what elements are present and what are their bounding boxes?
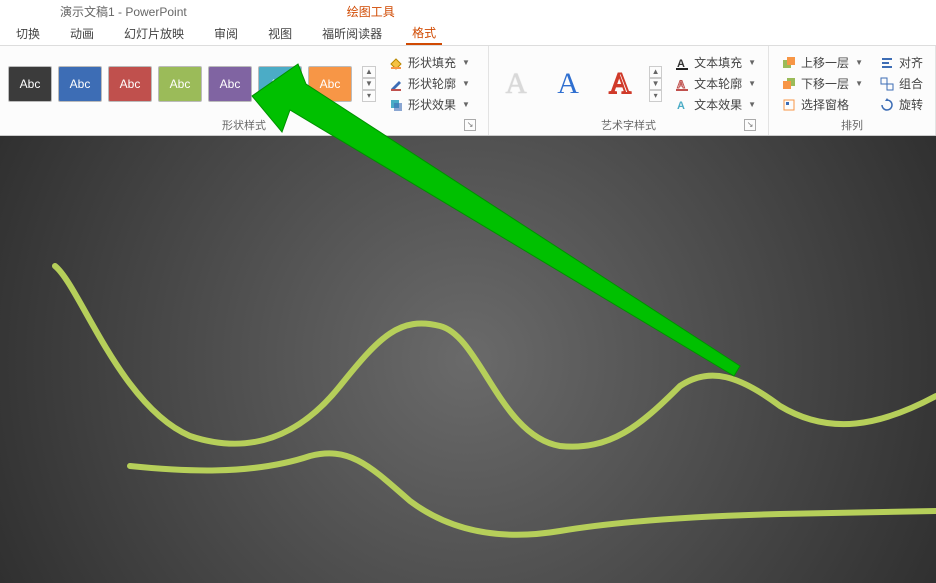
- text-outline-icon: A: [674, 76, 690, 92]
- group-objects-label: 组合: [899, 75, 923, 92]
- shape-style-scroll-up[interactable]: ▲: [362, 66, 376, 78]
- bucket-icon: [388, 55, 404, 71]
- group-arrange-label: 排列: [777, 115, 927, 133]
- ribbon: Abc Abc Abc Abc Abc Abc Abc ▲ ▼ ▾ 形状填充: [0, 46, 936, 136]
- shape-styles-launcher[interactable]: ↘: [464, 119, 476, 131]
- align-label: 对齐: [899, 54, 923, 71]
- tab-transition[interactable]: 切换: [10, 23, 46, 44]
- wordart-style-2[interactable]: A: [549, 65, 587, 103]
- shape-style-more[interactable]: ▾: [362, 90, 376, 102]
- shape-effects-label: 形状效果: [408, 96, 456, 113]
- group-icon: [879, 76, 895, 92]
- wordart-gallery: A A A: [497, 65, 639, 103]
- shape-style-swatch-4[interactable]: Abc: [158, 66, 202, 102]
- tab-review[interactable]: 审阅: [208, 23, 244, 44]
- selection-pane-icon: [781, 97, 797, 113]
- document-title: 演示文稿1 - PowerPoint: [60, 3, 187, 20]
- text-effects-button[interactable]: A 文本效果 ▼: [670, 95, 760, 114]
- chevron-down-icon: ▼: [462, 79, 470, 88]
- tab-animation[interactable]: 动画: [64, 23, 100, 44]
- bring-forward-label: 上移一层: [801, 54, 849, 71]
- shape-style-gallery: Abc Abc Abc Abc Abc Abc Abc: [8, 66, 352, 102]
- selection-pane-label: 选择窗格: [801, 96, 849, 113]
- shape-fill-outline-effects: 形状填充 ▼ 形状轮廓 ▼ 形状效果 ▼: [384, 53, 474, 114]
- tab-foxit[interactable]: 福昕阅读器: [316, 23, 388, 44]
- shape-fill-button[interactable]: 形状填充 ▼: [384, 53, 474, 72]
- wordart-scroll-down[interactable]: ▼: [649, 78, 662, 90]
- bring-forward-icon: [781, 55, 797, 71]
- shape-style-scroll: ▲ ▼ ▾: [362, 66, 376, 102]
- tab-view[interactable]: 视图: [262, 23, 298, 44]
- tab-slideshow[interactable]: 幻灯片放映: [118, 23, 190, 44]
- text-fill-icon: A: [674, 55, 690, 71]
- shape-style-swatch-2[interactable]: Abc: [58, 66, 102, 102]
- send-backward-icon: [781, 76, 797, 92]
- wordart-style-3[interactable]: A: [601, 65, 639, 103]
- text-fill-button[interactable]: A 文本填充 ▼: [670, 53, 760, 72]
- shape-outline-button[interactable]: 形状轮廓 ▼: [384, 74, 474, 93]
- wordart-style-1[interactable]: A: [497, 65, 535, 103]
- wordart-scroll: ▲ ▼ ▾: [649, 66, 662, 102]
- shape-fill-label: 形状填充: [408, 54, 456, 71]
- slide-canvas[interactable]: [0, 136, 936, 583]
- arrange-col-1: 上移一层 ▼ 下移一层 ▼ 选择窗格: [777, 53, 867, 114]
- align-icon: [879, 55, 895, 71]
- text-fill-label: 文本填充: [694, 54, 742, 71]
- shape-style-swatch-7[interactable]: Abc: [308, 66, 352, 102]
- tab-format[interactable]: 格式: [406, 22, 442, 45]
- group-shape-styles: Abc Abc Abc Abc Abc Abc Abc ▲ ▼ ▾ 形状填充: [0, 46, 489, 135]
- wordart-scroll-up[interactable]: ▲: [649, 66, 662, 78]
- text-outline-label: 文本轮廓: [694, 75, 742, 92]
- shape-style-swatch-3[interactable]: Abc: [108, 66, 152, 102]
- chevron-down-icon: ▼: [462, 100, 470, 109]
- title-bar: 演示文稿1 - PowerPoint 绘图工具: [0, 0, 936, 22]
- chevron-down-icon: ▼: [748, 100, 756, 109]
- text-fill-outline-effects: A 文本填充 ▼ A 文本轮廓 ▼ A 文本效果: [670, 53, 760, 114]
- shape-style-swatch-6[interactable]: Abc: [258, 66, 302, 102]
- group-objects-button[interactable]: 组合: [875, 74, 927, 93]
- effects-icon: [388, 97, 404, 113]
- bring-forward-button[interactable]: 上移一层 ▼: [777, 53, 867, 72]
- text-effects-icon: A: [674, 97, 690, 113]
- rotate-button[interactable]: 旋转: [875, 95, 927, 114]
- contextual-tool-title: 绘图工具: [347, 3, 395, 20]
- send-backward-button[interactable]: 下移一层 ▼: [777, 74, 867, 93]
- send-backward-label: 下移一层: [801, 75, 849, 92]
- shape-style-swatch-5[interactable]: Abc: [208, 66, 252, 102]
- pen-icon: [388, 76, 404, 92]
- rotate-icon: [879, 97, 895, 113]
- selection-pane-button[interactable]: 选择窗格: [777, 95, 867, 114]
- group-wordart-styles: A A A ▲ ▼ ▾ A 文本填充 ▼ A: [489, 46, 769, 135]
- shape-style-swatch-1[interactable]: Abc: [8, 66, 52, 102]
- ribbon-tabstrip: 切换 动画 幻灯片放映 审阅 视图 福昕阅读器 格式: [0, 22, 936, 46]
- chevron-down-icon: ▼: [748, 79, 756, 88]
- text-effects-label: 文本效果: [694, 96, 742, 113]
- rotate-label: 旋转: [899, 96, 923, 113]
- group-wordart-label: 艺术字样式 ↘: [497, 115, 760, 133]
- align-button[interactable]: 对齐: [875, 53, 927, 72]
- group-arrange: 上移一层 ▼ 下移一层 ▼ 选择窗格: [769, 46, 936, 135]
- text-outline-button[interactable]: A 文本轮廓 ▼: [670, 74, 760, 93]
- chevron-down-icon: ▼: [462, 58, 470, 67]
- chevron-down-icon: ▼: [748, 58, 756, 67]
- shape-style-scroll-down[interactable]: ▼: [362, 78, 376, 90]
- wordart-more[interactable]: ▾: [649, 90, 662, 102]
- arrange-col-2: 对齐 组合 旋转: [875, 53, 927, 114]
- shape-outline-label: 形状轮廓: [408, 75, 456, 92]
- group-shape-styles-label: 形状样式 ↘: [8, 115, 480, 133]
- wordart-launcher[interactable]: ↘: [744, 119, 756, 131]
- shape-effects-button[interactable]: 形状效果 ▼: [384, 95, 474, 114]
- chevron-down-icon: ▼: [855, 58, 863, 67]
- chevron-down-icon: ▼: [855, 79, 863, 88]
- drawn-curves: [0, 136, 936, 583]
- svg-text:A: A: [677, 100, 685, 112]
